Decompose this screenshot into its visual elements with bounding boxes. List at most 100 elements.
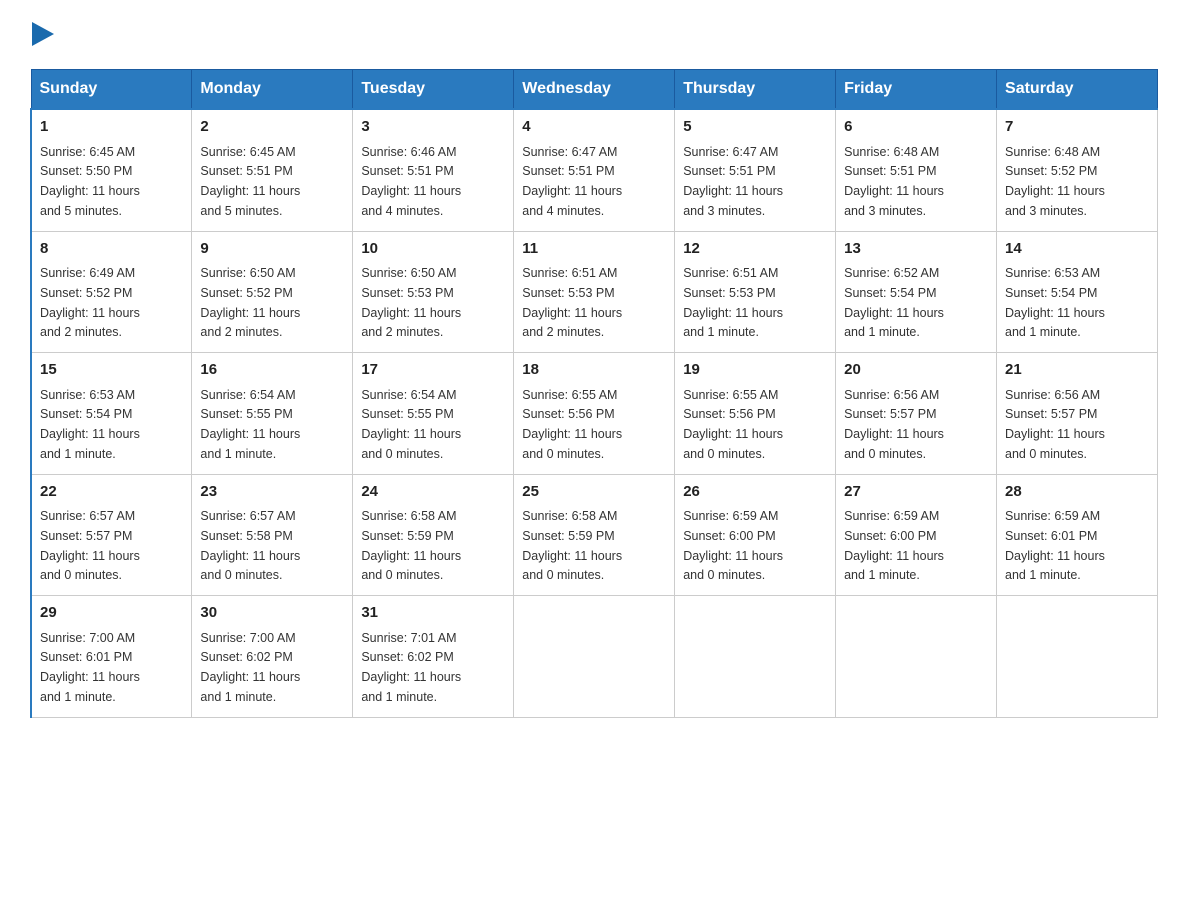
calendar-day-cell: 19 Sunrise: 6:55 AMSunset: 5:56 PMDaylig… — [675, 353, 836, 475]
day-info: Sunrise: 7:01 AMSunset: 6:02 PMDaylight:… — [361, 631, 461, 704]
day-number: 1 — [40, 116, 183, 139]
day-info: Sunrise: 6:58 AMSunset: 5:59 PMDaylight:… — [522, 509, 622, 582]
calendar-day-cell: 21 Sunrise: 6:56 AMSunset: 5:57 PMDaylig… — [997, 353, 1158, 475]
day-number: 23 — [200, 481, 344, 504]
day-number: 9 — [200, 238, 344, 261]
calendar-day-cell — [675, 596, 836, 718]
weekday-header-wednesday: Wednesday — [514, 70, 675, 110]
calendar-day-cell: 18 Sunrise: 6:55 AMSunset: 5:56 PMDaylig… — [514, 353, 675, 475]
calendar-week-row: 22 Sunrise: 6:57 AMSunset: 5:57 PMDaylig… — [31, 474, 1158, 596]
day-info: Sunrise: 6:55 AMSunset: 5:56 PMDaylight:… — [522, 388, 622, 461]
day-info: Sunrise: 6:59 AMSunset: 6:00 PMDaylight:… — [683, 509, 783, 582]
calendar-day-cell: 1 Sunrise: 6:45 AMSunset: 5:50 PMDayligh… — [31, 109, 192, 231]
calendar-week-row: 1 Sunrise: 6:45 AMSunset: 5:50 PMDayligh… — [31, 109, 1158, 231]
day-number: 31 — [361, 602, 505, 625]
calendar-day-cell — [997, 596, 1158, 718]
day-info: Sunrise: 6:50 AMSunset: 5:53 PMDaylight:… — [361, 266, 461, 339]
calendar-day-cell: 13 Sunrise: 6:52 AMSunset: 5:54 PMDaylig… — [836, 231, 997, 353]
day-info: Sunrise: 6:45 AMSunset: 5:51 PMDaylight:… — [200, 145, 300, 218]
day-info: Sunrise: 6:48 AMSunset: 5:52 PMDaylight:… — [1005, 145, 1105, 218]
weekday-header-tuesday: Tuesday — [353, 70, 514, 110]
day-info: Sunrise: 6:48 AMSunset: 5:51 PMDaylight:… — [844, 145, 944, 218]
calendar-day-cell: 3 Sunrise: 6:46 AMSunset: 5:51 PMDayligh… — [353, 109, 514, 231]
calendar-day-cell: 7 Sunrise: 6:48 AMSunset: 5:52 PMDayligh… — [997, 109, 1158, 231]
weekday-header-row: SundayMondayTuesdayWednesdayThursdayFrid… — [31, 70, 1158, 110]
calendar-day-cell — [514, 596, 675, 718]
calendar-day-cell: 30 Sunrise: 7:00 AMSunset: 6:02 PMDaylig… — [192, 596, 353, 718]
calendar-day-cell: 8 Sunrise: 6:49 AMSunset: 5:52 PMDayligh… — [31, 231, 192, 353]
day-info: Sunrise: 6:54 AMSunset: 5:55 PMDaylight:… — [200, 388, 300, 461]
day-number: 24 — [361, 481, 505, 504]
day-info: Sunrise: 6:59 AMSunset: 6:01 PMDaylight:… — [1005, 509, 1105, 582]
day-number: 6 — [844, 116, 988, 139]
day-number: 3 — [361, 116, 505, 139]
calendar-table: SundayMondayTuesdayWednesdayThursdayFrid… — [30, 69, 1158, 718]
day-info: Sunrise: 7:00 AMSunset: 6:02 PMDaylight:… — [200, 631, 300, 704]
day-info: Sunrise: 6:45 AMSunset: 5:50 PMDaylight:… — [40, 145, 140, 218]
calendar-day-cell: 22 Sunrise: 6:57 AMSunset: 5:57 PMDaylig… — [31, 474, 192, 596]
day-info: Sunrise: 6:56 AMSunset: 5:57 PMDaylight:… — [1005, 388, 1105, 461]
calendar-week-row: 8 Sunrise: 6:49 AMSunset: 5:52 PMDayligh… — [31, 231, 1158, 353]
day-number: 2 — [200, 116, 344, 139]
day-info: Sunrise: 6:46 AMSunset: 5:51 PMDaylight:… — [361, 145, 461, 218]
day-info: Sunrise: 6:49 AMSunset: 5:52 PMDaylight:… — [40, 266, 140, 339]
day-number: 28 — [1005, 481, 1149, 504]
calendar-day-cell: 27 Sunrise: 6:59 AMSunset: 6:00 PMDaylig… — [836, 474, 997, 596]
day-info: Sunrise: 6:51 AMSunset: 5:53 PMDaylight:… — [522, 266, 622, 339]
weekday-header-friday: Friday — [836, 70, 997, 110]
day-info: Sunrise: 6:53 AMSunset: 5:54 PMDaylight:… — [40, 388, 140, 461]
day-info: Sunrise: 6:59 AMSunset: 6:00 PMDaylight:… — [844, 509, 944, 582]
day-number: 19 — [683, 359, 827, 382]
calendar-day-cell: 31 Sunrise: 7:01 AMSunset: 6:02 PMDaylig… — [353, 596, 514, 718]
calendar-day-cell: 29 Sunrise: 7:00 AMSunset: 6:01 PMDaylig… — [31, 596, 192, 718]
calendar-day-cell: 26 Sunrise: 6:59 AMSunset: 6:00 PMDaylig… — [675, 474, 836, 596]
day-number: 7 — [1005, 116, 1149, 139]
day-number: 21 — [1005, 359, 1149, 382]
day-info: Sunrise: 6:52 AMSunset: 5:54 PMDaylight:… — [844, 266, 944, 339]
day-number: 8 — [40, 238, 183, 261]
calendar-day-cell: 11 Sunrise: 6:51 AMSunset: 5:53 PMDaylig… — [514, 231, 675, 353]
weekday-header-sunday: Sunday — [31, 70, 192, 110]
calendar-day-cell: 17 Sunrise: 6:54 AMSunset: 5:55 PMDaylig… — [353, 353, 514, 475]
calendar-day-cell: 10 Sunrise: 6:50 AMSunset: 5:53 PMDaylig… — [353, 231, 514, 353]
day-info: Sunrise: 6:57 AMSunset: 5:57 PMDaylight:… — [40, 509, 140, 582]
day-info: Sunrise: 6:58 AMSunset: 5:59 PMDaylight:… — [361, 509, 461, 582]
day-number: 10 — [361, 238, 505, 261]
day-number: 30 — [200, 602, 344, 625]
calendar-day-cell: 5 Sunrise: 6:47 AMSunset: 5:51 PMDayligh… — [675, 109, 836, 231]
day-info: Sunrise: 6:53 AMSunset: 5:54 PMDaylight:… — [1005, 266, 1105, 339]
weekday-header-thursday: Thursday — [675, 70, 836, 110]
day-info: Sunrise: 6:54 AMSunset: 5:55 PMDaylight:… — [361, 388, 461, 461]
day-info: Sunrise: 6:51 AMSunset: 5:53 PMDaylight:… — [683, 266, 783, 339]
day-number: 27 — [844, 481, 988, 504]
day-number: 15 — [40, 359, 183, 382]
day-info: Sunrise: 6:47 AMSunset: 5:51 PMDaylight:… — [683, 145, 783, 218]
day-number: 17 — [361, 359, 505, 382]
calendar-day-cell: 25 Sunrise: 6:58 AMSunset: 5:59 PMDaylig… — [514, 474, 675, 596]
page-header — [30, 20, 1158, 51]
day-info: Sunrise: 6:56 AMSunset: 5:57 PMDaylight:… — [844, 388, 944, 461]
calendar-day-cell: 20 Sunrise: 6:56 AMSunset: 5:57 PMDaylig… — [836, 353, 997, 475]
calendar-day-cell: 28 Sunrise: 6:59 AMSunset: 6:01 PMDaylig… — [997, 474, 1158, 596]
calendar-day-cell: 12 Sunrise: 6:51 AMSunset: 5:53 PMDaylig… — [675, 231, 836, 353]
day-info: Sunrise: 6:57 AMSunset: 5:58 PMDaylight:… — [200, 509, 300, 582]
day-number: 14 — [1005, 238, 1149, 261]
calendar-day-cell: 15 Sunrise: 6:53 AMSunset: 5:54 PMDaylig… — [31, 353, 192, 475]
day-number: 11 — [522, 238, 666, 261]
day-info: Sunrise: 6:55 AMSunset: 5:56 PMDaylight:… — [683, 388, 783, 461]
day-number: 4 — [522, 116, 666, 139]
day-number: 5 — [683, 116, 827, 139]
day-number: 25 — [522, 481, 666, 504]
weekday-header-monday: Monday — [192, 70, 353, 110]
calendar-day-cell — [836, 596, 997, 718]
day-number: 20 — [844, 359, 988, 382]
calendar-day-cell: 24 Sunrise: 6:58 AMSunset: 5:59 PMDaylig… — [353, 474, 514, 596]
calendar-day-cell: 6 Sunrise: 6:48 AMSunset: 5:51 PMDayligh… — [836, 109, 997, 231]
day-info: Sunrise: 6:50 AMSunset: 5:52 PMDaylight:… — [200, 266, 300, 339]
calendar-day-cell: 23 Sunrise: 6:57 AMSunset: 5:58 PMDaylig… — [192, 474, 353, 596]
day-number: 16 — [200, 359, 344, 382]
day-number: 22 — [40, 481, 183, 504]
calendar-week-row: 29 Sunrise: 7:00 AMSunset: 6:01 PMDaylig… — [31, 596, 1158, 718]
calendar-week-row: 15 Sunrise: 6:53 AMSunset: 5:54 PMDaylig… — [31, 353, 1158, 475]
day-info: Sunrise: 6:47 AMSunset: 5:51 PMDaylight:… — [522, 145, 622, 218]
